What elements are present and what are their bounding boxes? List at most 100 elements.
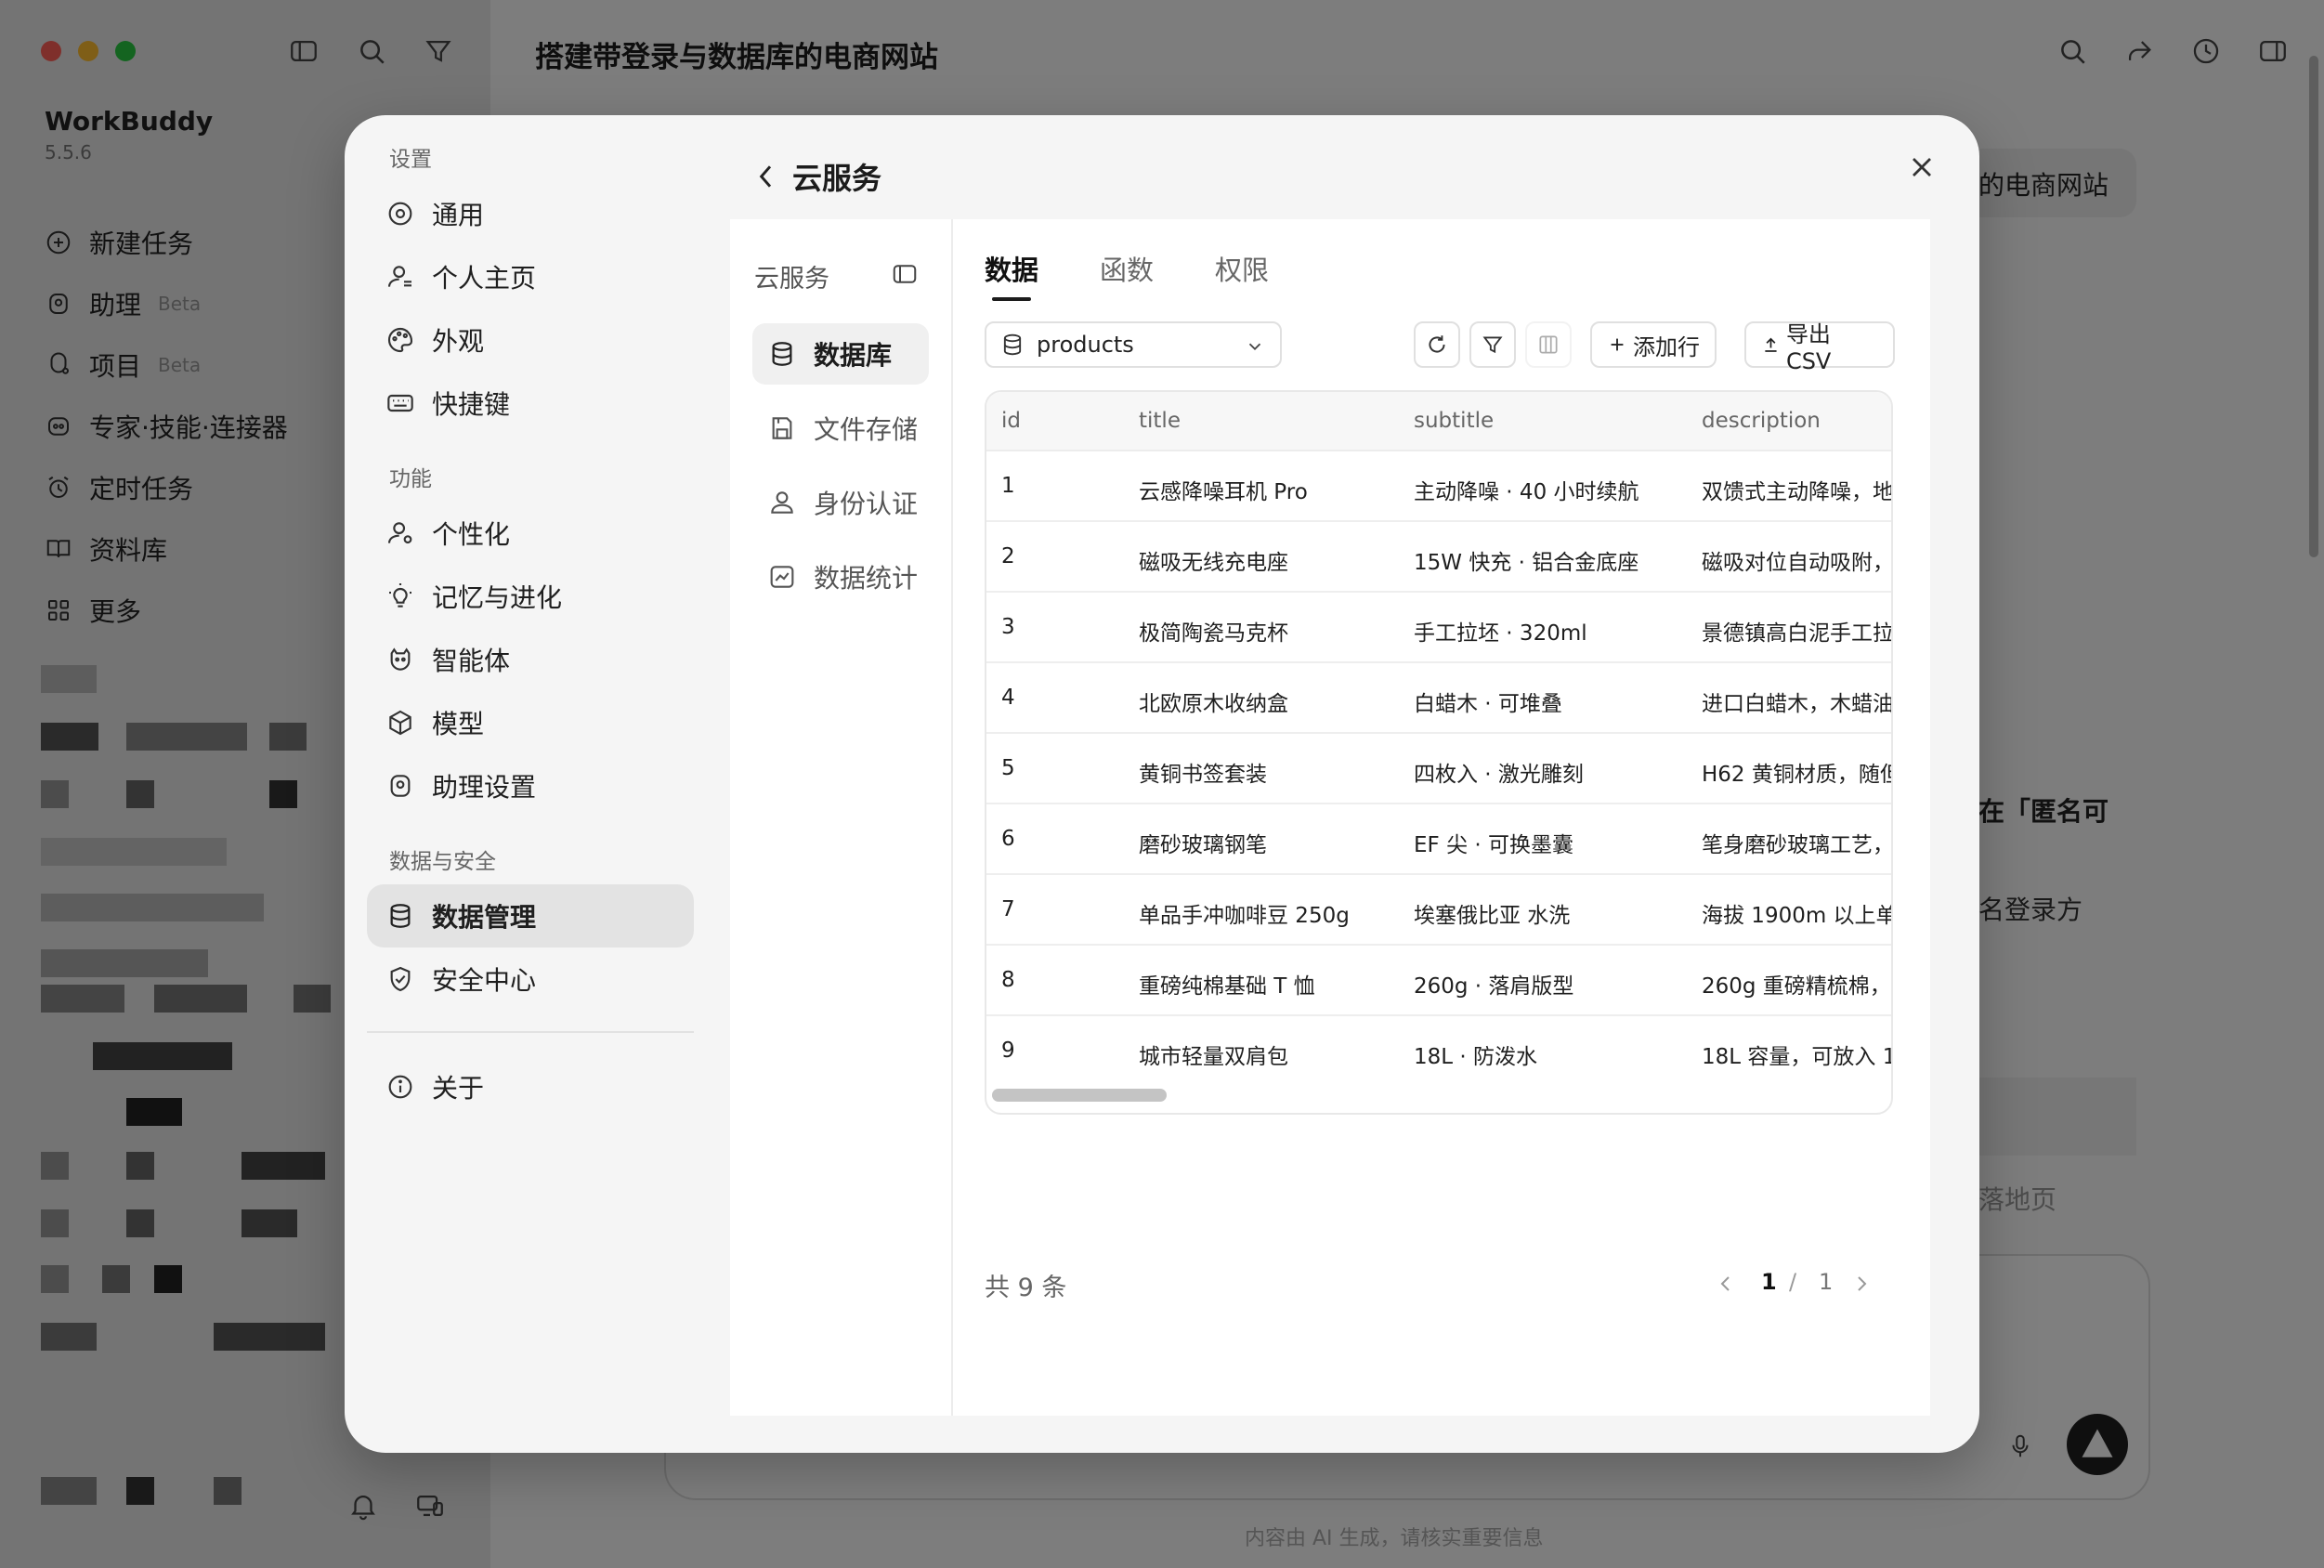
add-row-label: 添加行 bbox=[1633, 333, 1700, 360]
table-row[interactable]: 2 磁吸无线充电座 15W 快充 · 铝合金底座 磁吸对位自动吸附， bbox=[986, 522, 1893, 593]
cloud-nav-auth[interactable]: 身份认证 bbox=[752, 472, 929, 533]
column-header-title[interactable]: title bbox=[1139, 409, 1181, 433]
plus-icon bbox=[1611, 338, 1624, 351]
table-row[interactable]: 9 城市轻量双肩包 18L · 防泼水 18L 容量，可放入 1 bbox=[986, 1016, 1893, 1087]
table-select[interactable]: products bbox=[985, 321, 1282, 368]
refresh-button[interactable] bbox=[1414, 321, 1460, 368]
settings-section-data-security: 数据与安全 bbox=[389, 850, 496, 874]
database-view: 数据 函数 权限 products 添加行 导出 CSV id title su… bbox=[957, 219, 1930, 1416]
settings-item-label: 助理设置 bbox=[432, 772, 537, 803]
settings-item-assistant[interactable]: 助理设置 bbox=[367, 754, 694, 817]
table-row[interactable]: 6 磨砂玻璃钢笔 EF 尖 · 可换墨囊 笔身磨砂玻璃工艺， bbox=[986, 804, 1893, 875]
tab-bar: 数据 函数 权限 bbox=[985, 249, 1330, 301]
cloud-nav-storage[interactable]: 文件存储 bbox=[752, 398, 929, 459]
settings-item-label: 智能体 bbox=[432, 646, 511, 676]
cell-title: 黄铜书签套装 bbox=[1139, 763, 1267, 787]
profile-icon bbox=[387, 266, 411, 287]
chevron-down-icon bbox=[1248, 343, 1261, 351]
settings-item-label: 个人主页 bbox=[432, 263, 537, 294]
cell-subtitle: 四枚入 · 激光雕刻 bbox=[1414, 763, 1584, 787]
settings-item-security[interactable]: 安全中心 bbox=[367, 947, 694, 1011]
page-total: 1 bbox=[1819, 1269, 1834, 1295]
cell-description: 磁吸对位自动吸附， bbox=[1702, 551, 1893, 575]
cell-subtitle: 手工拉坯 · 320ml bbox=[1414, 621, 1587, 646]
settings-item-profile[interactable]: 个人主页 bbox=[367, 245, 694, 308]
tab-permissions[interactable]: 权限 bbox=[1215, 249, 1269, 301]
cell-subtitle: 260g · 落肩版型 bbox=[1414, 974, 1574, 999]
table-row[interactable]: 4 北欧原木收纳盒 白蜡木 · 可堆叠 进口白蜡木，木蜡油 bbox=[986, 663, 1891, 734]
column-header-description[interactable]: description bbox=[1702, 409, 1821, 433]
table-select-value: products bbox=[1037, 332, 1134, 358]
chart-icon bbox=[770, 566, 794, 588]
settings-item-models[interactable]: 模型 bbox=[367, 691, 694, 754]
settings-item-label: 个性化 bbox=[432, 519, 511, 550]
cloud-nav-analytics[interactable]: 数据统计 bbox=[752, 546, 929, 608]
table-row[interactable]: 5 黄铜书签套装 四枚入 · 激光雕刻 H62 黄铜材质，随但 bbox=[986, 734, 1893, 804]
database-icon bbox=[1003, 333, 1022, 356]
chevron-left-icon[interactable] bbox=[1715, 1273, 1737, 1295]
palette-icon bbox=[387, 327, 413, 353]
table-row[interactable]: 1 云感降噪耳机 Pro 主动降噪 · 40 小时续航 双馈式主动降噪，地 bbox=[986, 451, 1891, 522]
cell-description: 笔身磨砂玻璃工艺， bbox=[1702, 833, 1893, 857]
cell-title: 极简陶瓷马克杯 bbox=[1139, 621, 1288, 646]
cell-title: 磨砂玻璃钢笔 bbox=[1139, 833, 1267, 857]
settings-item-label: 快捷键 bbox=[432, 389, 511, 420]
tab-functions[interactable]: 函数 bbox=[1100, 249, 1154, 301]
pagination: 1 / 1 bbox=[1715, 1269, 1900, 1300]
settings-item-data-management[interactable]: 数据管理 bbox=[367, 884, 694, 947]
cell-id: 1 bbox=[1001, 474, 1015, 498]
table-row[interactable]: 8 重磅纯棉基础 T 恤 260g · 落肩版型 260g 重磅精梳棉， bbox=[986, 946, 1891, 1016]
settings-item-label: 记忆与进化 bbox=[432, 582, 563, 613]
chevron-right-icon[interactable] bbox=[1850, 1273, 1873, 1295]
cell-id: 7 bbox=[1001, 897, 1015, 921]
cell-description: 景德镇高白泥手工拉 bbox=[1702, 621, 1893, 646]
settings-item-appearance[interactable]: 外观 bbox=[367, 308, 694, 372]
filter-button[interactable] bbox=[1469, 321, 1516, 368]
table-row[interactable]: 3 极简陶瓷马克杯 手工拉坯 · 320ml 景德镇高白泥手工拉 bbox=[986, 593, 1893, 663]
settings-modal: 设置 通用 个人主页 外观 快捷键 功能 个性化 记忆与进化 智能体 模型 助理… bbox=[345, 115, 1979, 1453]
cell-subtitle: EF 尖 · 可换墨囊 bbox=[1414, 833, 1574, 857]
assistant-icon bbox=[390, 775, 411, 797]
settings-item-shortcuts[interactable]: 快捷键 bbox=[367, 372, 694, 435]
column-header-id[interactable]: id bbox=[1001, 409, 1021, 433]
cloud-nav-label: 文件存储 bbox=[814, 414, 919, 445]
cell-id: 2 bbox=[1001, 544, 1015, 568]
cell-id: 5 bbox=[1001, 756, 1015, 780]
cell-id: 3 bbox=[1001, 615, 1015, 639]
columns-icon bbox=[1539, 335, 1558, 354]
export-csv-button[interactable]: 导出 CSV bbox=[1744, 321, 1895, 374]
cloud-nav-database[interactable]: 数据库 bbox=[752, 323, 929, 385]
chevron-left-icon[interactable] bbox=[751, 162, 781, 191]
close-icon[interactable] bbox=[1905, 150, 1939, 184]
cell-title: 单品手冲咖啡豆 250g bbox=[1139, 904, 1350, 928]
table-row[interactable]: 7 单品手冲咖啡豆 250g 埃塞俄比亚 水洗 海拔 1900m 以上单 bbox=[986, 875, 1893, 946]
cell-subtitle: 18L · 防泼水 bbox=[1414, 1045, 1538, 1069]
cell-description: 海拔 1900m 以上单 bbox=[1702, 904, 1893, 928]
export-label: 导出 CSV bbox=[1785, 320, 1832, 374]
cell-title: 重磅纯棉基础 T 恤 bbox=[1139, 974, 1315, 999]
settings-item-agents[interactable]: 智能体 bbox=[367, 628, 694, 691]
horizontal-scrollbar[interactable] bbox=[992, 1089, 1167, 1102]
cell-description: H62 黄铜材质，随但 bbox=[1702, 763, 1893, 787]
cloud-nav-label: 身份认证 bbox=[814, 489, 919, 519]
settings-item-memory[interactable]: 记忆与进化 bbox=[367, 565, 694, 628]
cell-title: 云感降噪耳机 Pro bbox=[1139, 480, 1308, 504]
cell-id: 8 bbox=[1001, 968, 1015, 992]
column-header-subtitle[interactable]: subtitle bbox=[1414, 409, 1494, 433]
collapse-panel-icon[interactable] bbox=[890, 260, 920, 288]
tab-data[interactable]: 数据 bbox=[985, 249, 1038, 301]
cell-id: 6 bbox=[1001, 827, 1015, 851]
settings-item-about[interactable]: 关于 bbox=[367, 1055, 694, 1118]
database-icon bbox=[390, 904, 411, 928]
cell-description: 18L 容量，可放入 1 bbox=[1702, 1045, 1893, 1069]
cell-description: 260g 重磅精梳棉， bbox=[1702, 974, 1891, 999]
add-row-button[interactable]: 添加行 bbox=[1590, 321, 1717, 368]
detail-title: 云服务 bbox=[792, 161, 882, 196]
total-count: 共 9 条 bbox=[985, 1274, 1067, 1302]
settings-item-personalize[interactable]: 个性化 bbox=[367, 502, 694, 565]
shield-check-icon bbox=[390, 966, 411, 992]
page-current: 1 bbox=[1761, 1269, 1777, 1295]
keyboard-icon bbox=[387, 394, 413, 412]
settings-item-general[interactable]: 通用 bbox=[367, 182, 694, 245]
columns-button[interactable] bbox=[1525, 321, 1572, 368]
